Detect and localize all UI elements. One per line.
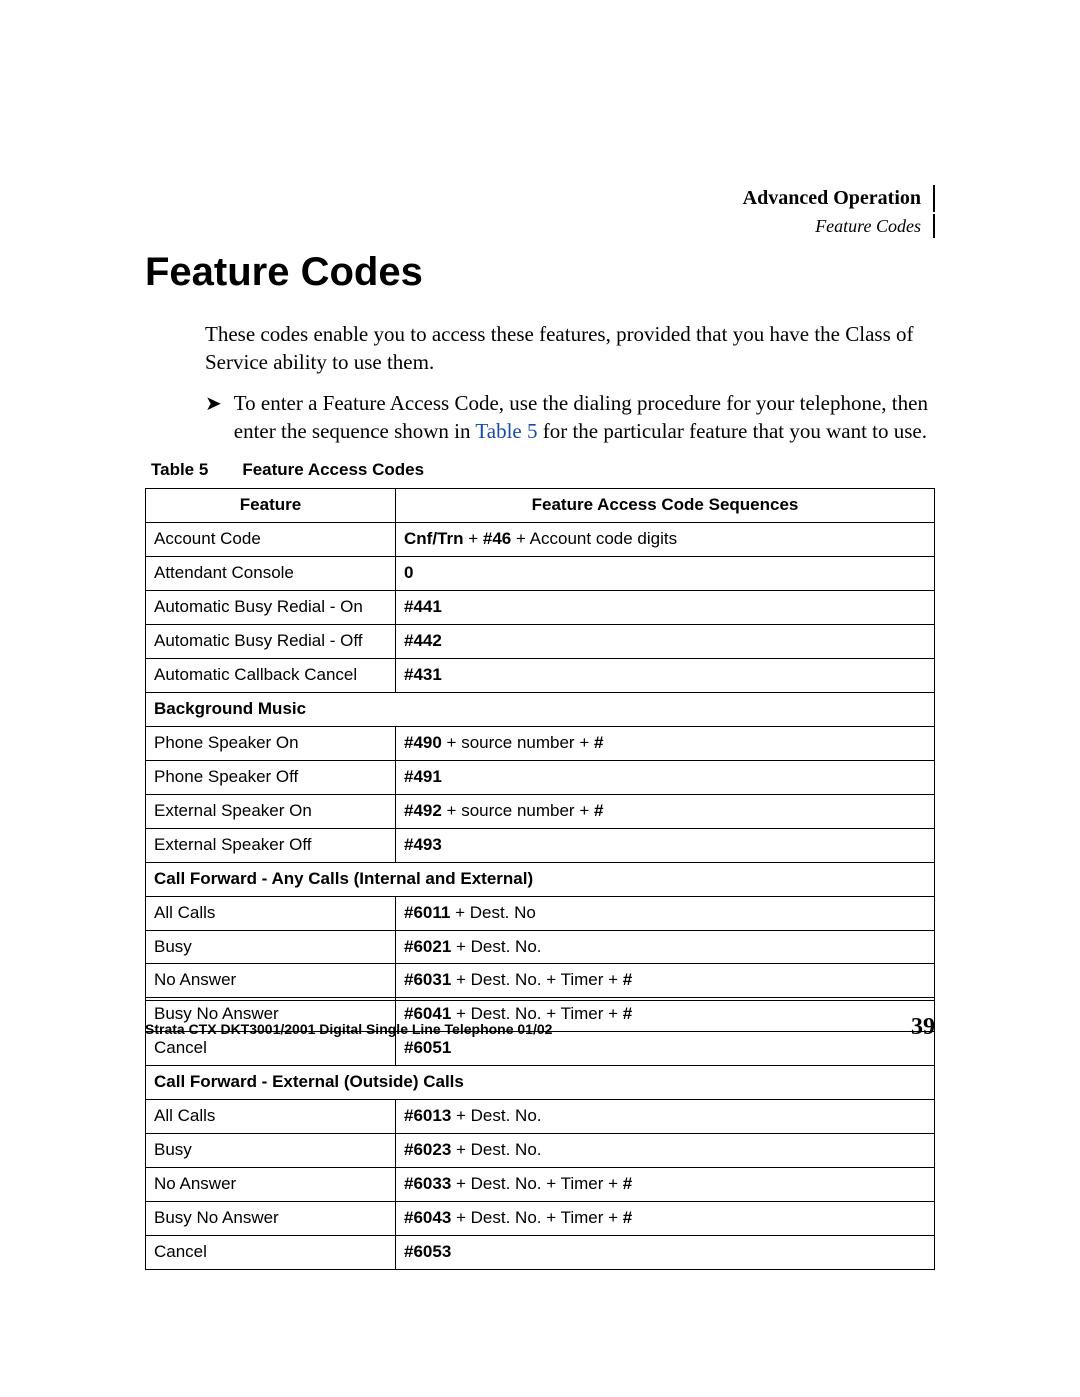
sequence-cell: #441 bbox=[396, 591, 935, 625]
feature-cell: No Answer bbox=[146, 1168, 396, 1202]
intro-paragraph: These codes enable you to access these f… bbox=[205, 320, 935, 377]
footer-rule bbox=[145, 1000, 935, 1001]
feature-cell: External Speaker Off bbox=[146, 828, 396, 862]
feature-cell: All Calls bbox=[146, 1100, 396, 1134]
sequence-cell: #491 bbox=[396, 760, 935, 794]
footer-doc-title: Strata CTX DKT3001/2001 Digital Single L… bbox=[145, 1020, 552, 1039]
table-row: Busy#6023 + Dest. No. bbox=[146, 1134, 935, 1168]
table-row: All Calls#6011 + Dest. No bbox=[146, 896, 935, 930]
feature-cell: Attendant Console bbox=[146, 557, 396, 591]
feature-cell: Automatic Busy Redial - Off bbox=[146, 625, 396, 659]
feature-cell: Busy bbox=[146, 930, 396, 964]
table-row: Automatic Callback Cancel#431 bbox=[146, 659, 935, 693]
table-section-header: Background Music bbox=[146, 692, 935, 726]
feature-cell: No Answer bbox=[146, 964, 396, 998]
sequence-cell: Cnf/Trn + #46 + Account code digits bbox=[396, 523, 935, 557]
table-row: Account CodeCnf/Trn + #46 + Account code… bbox=[146, 523, 935, 557]
sequence-cell: #6033 + Dest. No. + Timer + # bbox=[396, 1168, 935, 1202]
sequence-cell: #6021 + Dest. No. bbox=[396, 930, 935, 964]
table-row: Call Forward - Any Calls (Internal and E… bbox=[146, 862, 935, 896]
feature-cell: Automatic Busy Redial - On bbox=[146, 591, 396, 625]
feature-cell: Busy bbox=[146, 1134, 396, 1168]
table-row: Background Music bbox=[146, 692, 935, 726]
table-row: Phone Speaker Off#491 bbox=[146, 760, 935, 794]
sequence-cell: #431 bbox=[396, 659, 935, 693]
arrow-icon: ➤ bbox=[205, 389, 222, 417]
sequence-cell: #6011 + Dest. No bbox=[396, 896, 935, 930]
feature-cell: Phone Speaker On bbox=[146, 726, 396, 760]
sequence-cell: #6013 + Dest. No. bbox=[396, 1100, 935, 1134]
table-row: Automatic Busy Redial - On#441 bbox=[146, 591, 935, 625]
th-sequence: Feature Access Code Sequences bbox=[396, 489, 935, 523]
sequence-cell: #6031 + Dest. No. + Timer + # bbox=[396, 964, 935, 998]
table-row: Phone Speaker On#490 + source number + # bbox=[146, 726, 935, 760]
sequence-cell: #492 + source number + # bbox=[396, 794, 935, 828]
table-row: Call Forward - External (Outside) Calls bbox=[146, 1066, 935, 1100]
table-row: External Speaker Off#493 bbox=[146, 828, 935, 862]
feature-cell: Automatic Callback Cancel bbox=[146, 659, 396, 693]
sequence-cell: #493 bbox=[396, 828, 935, 862]
feature-cell: Account Code bbox=[146, 523, 396, 557]
table-header-row: Feature Feature Access Code Sequences bbox=[146, 489, 935, 523]
table-caption-title: Feature Access Codes bbox=[242, 460, 424, 479]
footer-page-number: 39 bbox=[911, 1011, 935, 1043]
table-row: Attendant Console0 bbox=[146, 557, 935, 591]
table-section-header: Call Forward - External (Outside) Calls bbox=[146, 1066, 935, 1100]
instruction-post: for the particular feature that you want… bbox=[537, 419, 927, 443]
table-row: Automatic Busy Redial - Off#442 bbox=[146, 625, 935, 659]
table-row: Cancel#6053 bbox=[146, 1235, 935, 1269]
table-row: Busy No Answer#6043 + Dest. No. + Timer … bbox=[146, 1202, 935, 1236]
sequence-cell: #6043 + Dest. No. + Timer + # bbox=[396, 1202, 935, 1236]
feature-cell: All Calls bbox=[146, 896, 396, 930]
table-row: All Calls#6013 + Dest. No. bbox=[146, 1100, 935, 1134]
page-title: Feature Codes bbox=[145, 245, 935, 299]
th-feature: Feature bbox=[146, 489, 396, 523]
sequence-cell: 0 bbox=[396, 557, 935, 591]
table-caption-label: Table 5 bbox=[151, 460, 208, 479]
table-row: Busy#6021 + Dest. No. bbox=[146, 930, 935, 964]
running-header-chapter: Advanced Operation bbox=[743, 185, 935, 212]
sequence-cell: #442 bbox=[396, 625, 935, 659]
feature-cell: Busy No Answer bbox=[146, 1202, 396, 1236]
feature-cell: Phone Speaker Off bbox=[146, 760, 396, 794]
table-caption: Table 5 Feature Access Codes bbox=[151, 459, 935, 482]
table-row: No Answer#6031 + Dest. No. + Timer + # bbox=[146, 964, 935, 998]
instruction-bullet: ➤ To enter a Feature Access Code, use th… bbox=[205, 389, 935, 446]
running-header: Advanced Operation Feature Codes bbox=[743, 185, 935, 238]
table-row: No Answer#6033 + Dest. No. + Timer + # bbox=[146, 1168, 935, 1202]
sequence-cell: #6023 + Dest. No. bbox=[396, 1134, 935, 1168]
feature-access-codes-table: Feature Feature Access Code Sequences Ac… bbox=[145, 488, 935, 1270]
table-row: External Speaker On#492 + source number … bbox=[146, 794, 935, 828]
table-section-header: Call Forward - Any Calls (Internal and E… bbox=[146, 862, 935, 896]
document-page: Advanced Operation Feature Codes Feature… bbox=[0, 0, 1080, 1397]
sequence-cell: #490 + source number + # bbox=[396, 726, 935, 760]
table-5-link[interactable]: Table 5 bbox=[475, 419, 537, 443]
feature-cell: Cancel bbox=[146, 1235, 396, 1269]
sequence-cell: #6053 bbox=[396, 1235, 935, 1269]
feature-cell: External Speaker On bbox=[146, 794, 396, 828]
page-footer: Strata CTX DKT3001/2001 Digital Single L… bbox=[145, 1000, 935, 1043]
instruction-text: To enter a Feature Access Code, use the … bbox=[234, 389, 935, 446]
running-header-section: Feature Codes bbox=[743, 214, 935, 238]
